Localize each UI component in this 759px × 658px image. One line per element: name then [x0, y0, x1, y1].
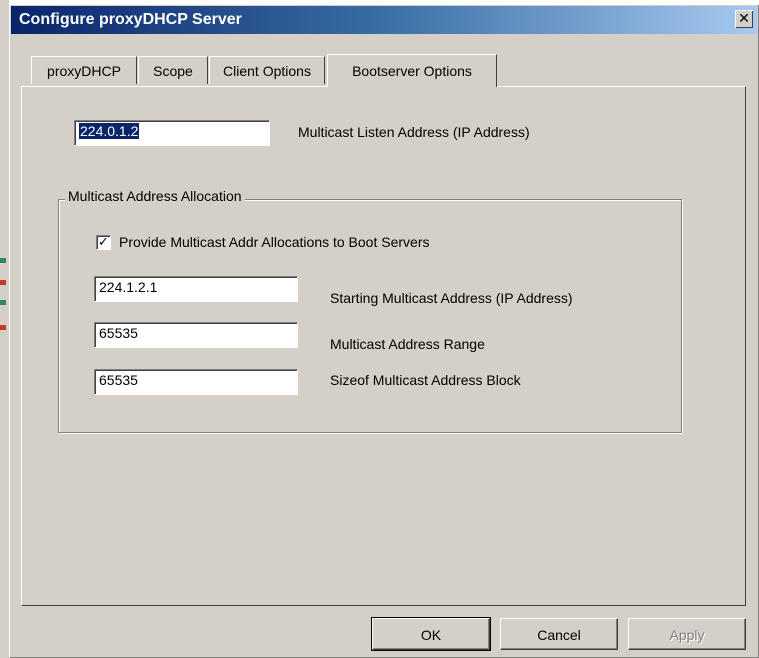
edge-marker — [0, 300, 6, 305]
tab-scope[interactable]: Scope — [138, 56, 208, 84]
multicast-listen-input[interactable]: 224.0.1.2 — [74, 120, 270, 146]
block-size-label: Sizeof Multicast Address Block — [330, 372, 521, 388]
edge-marker — [0, 280, 6, 285]
provide-allocations-checkbox[interactable]: ✓ — [96, 235, 111, 250]
tab-proxydhcp[interactable]: proxyDHCP — [31, 56, 137, 84]
address-range-input[interactable]: 65535 — [94, 322, 298, 348]
provide-allocations-label[interactable]: Provide Multicast Addr Allocations to Bo… — [119, 234, 429, 250]
edge-marker — [0, 258, 6, 263]
starting-address-label: Starting Multicast Address (IP Address) — [330, 290, 573, 306]
starting-address-input[interactable]: 224.1.2.1 — [94, 276, 298, 302]
title-bar[interactable]: Configure proxyDHCP Server ✕ — [11, 6, 757, 34]
cancel-button[interactable]: Cancel — [500, 618, 618, 650]
edge-marker — [0, 325, 6, 330]
background-window-edge — [0, 0, 9, 658]
address-range-label: Multicast Address Range — [330, 336, 485, 352]
tab-client-options[interactable]: Client Options — [209, 56, 325, 84]
multicast-listen-label: Multicast Listen Address (IP Address) — [298, 124, 530, 140]
ok-button[interactable]: OK — [371, 617, 491, 651]
close-icon[interactable]: ✕ — [735, 10, 753, 28]
window-title: Configure proxyDHCP Server — [19, 11, 242, 28]
tab-bootserver-options[interactable]: Bootserver Options — [327, 54, 497, 87]
group-title: Multicast Address Allocation — [65, 188, 245, 204]
apply-button[interactable]: Apply — [628, 618, 746, 650]
block-size-input[interactable]: 65535 — [94, 369, 298, 395]
selected-text: 224.0.1.2 — [79, 123, 140, 139]
